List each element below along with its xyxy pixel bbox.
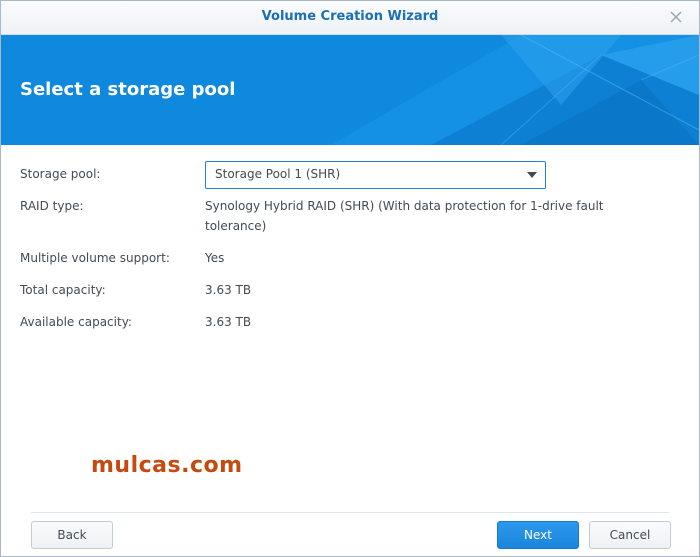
chevron-down-icon xyxy=(527,172,537,178)
storage-pool-select[interactable]: Storage Pool 1 (SHR) xyxy=(205,161,546,189)
back-button[interactable]: Back xyxy=(31,521,113,549)
raid-type-value-line2: tolerance) xyxy=(205,219,267,233)
storage-pool-selected-value: Storage Pool 1 (SHR) xyxy=(215,167,341,181)
multiple-volume-value: Yes xyxy=(205,251,225,265)
storage-pool-label: Storage pool: xyxy=(20,167,101,181)
raid-type-value-line1: Synology Hybrid RAID (SHR) (With data pr… xyxy=(205,199,604,213)
page-title: Select a storage pool xyxy=(20,79,236,100)
header-banner: Select a storage pool xyxy=(1,35,699,145)
cancel-button[interactable]: Cancel xyxy=(589,521,671,549)
title-bar: Volume Creation Wizard xyxy=(1,1,699,35)
next-button[interactable]: Next xyxy=(497,521,579,549)
total-capacity-label: Total capacity: xyxy=(20,283,106,297)
raid-type-label: RAID type: xyxy=(20,199,84,213)
close-button[interactable] xyxy=(665,6,687,28)
available-capacity-value: 3.63 TB xyxy=(205,315,252,329)
window-title: Volume Creation Wizard xyxy=(261,9,439,24)
total-capacity-value: 3.63 TB xyxy=(205,283,252,297)
watermark-text: mulcas.com xyxy=(91,453,243,478)
raid-type-value: Synology Hybrid RAID (SHR) (With data pr… xyxy=(205,196,604,236)
close-icon xyxy=(670,11,682,23)
wizard-window: Volume Creation Wizard Select a storage … xyxy=(0,0,700,557)
footer-divider xyxy=(31,512,669,513)
multiple-volume-label: Multiple volume support: xyxy=(20,251,170,265)
available-capacity-label: Available capacity: xyxy=(20,315,132,329)
